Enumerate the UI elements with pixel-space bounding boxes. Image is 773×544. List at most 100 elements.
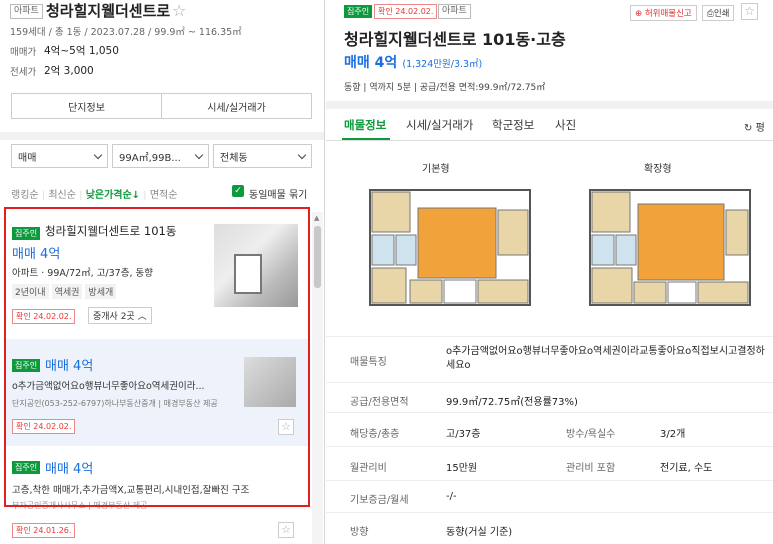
favorite-star-icon[interactable]: ☆ <box>278 419 294 435</box>
sort-low-price[interactable]: 낮은가격순↓ <box>86 190 140 201</box>
listing-photo[interactable] <box>214 224 298 307</box>
floor-plan-basic[interactable] <box>360 180 540 320</box>
complex-info-button[interactable]: 단지정보 <box>11 93 162 119</box>
confirm-badge: 확인 24.02.02. <box>12 309 76 324</box>
rent-value: 2억 3,000 <box>44 65 94 77</box>
report-label: 허위매물신고 <box>644 9 692 19</box>
listing-spec: 아파트 · 99A/72㎡, 고/37층, 동향 <box>12 268 153 279</box>
row-value: 99.9㎡/72.75㎡(전용률73%) <box>446 397 578 408</box>
listing-card[interactable]: 집주인 매매 4억 o추가금액없어요o행뷰너무좋아요o역세권이라... 단지공인… <box>6 339 308 446</box>
row-key: 월관리비 <box>350 463 387 474</box>
price-history-button[interactable]: 시세/실거래가 <box>161 93 312 119</box>
info-row-deposit: 기보증금/월세 -/- <box>326 480 773 512</box>
trade-type-value: 매매 <box>18 152 37 164</box>
favorite-star-icon[interactable]: ☆ <box>278 522 294 538</box>
trade-type-select[interactable]: 매매 <box>11 144 108 168</box>
info-row-features: 매물특징 o추가금액없어요o행뷰너무좋아요o역세권이라교통좋아요o직접보시고결정… <box>326 336 773 382</box>
detail-panel: 집주인 확인 24.02.02. 아파트 ⊕ 허위매물신고 ⎙인쇄 ☆ 청라힐지… <box>326 0 773 544</box>
report-button[interactable]: ⊕ 허위매물신고 <box>630 5 697 21</box>
row-value: 전기료, 수도 <box>660 463 713 474</box>
row-value: -/- <box>446 491 457 502</box>
listing-card[interactable]: 집주인 청라힐지웰더센트로 101동 매매 4억 아파트 · 99A/72㎡, … <box>6 209 308 339</box>
row-value: 3/2개 <box>660 429 686 440</box>
sort-area[interactable]: 면적순 <box>150 190 178 201</box>
print-label: 인쇄 <box>713 9 730 19</box>
agent-name: 부자공인중개사사무소 <box>12 501 86 510</box>
scrollbar-thumb[interactable] <box>314 226 321 288</box>
sort-ranking[interactable]: 랭킹순 <box>11 190 39 201</box>
tab-active-underline <box>342 138 390 140</box>
row-key: 매물특징 <box>350 357 387 368</box>
confirm-badge: 확인 24.02.02. <box>12 419 76 434</box>
checkbox-checked-icon[interactable]: ✓ <box>232 185 244 197</box>
tag: 방세개 <box>85 284 117 299</box>
floor-plan-extended[interactable] <box>580 180 760 320</box>
listing-photo[interactable] <box>244 357 296 407</box>
row-key: 공급/전용면적 <box>350 397 409 408</box>
dong-select[interactable]: 전체동 <box>213 144 312 168</box>
listing-card[interactable]: 집주인 매매 4억 고층,착한 매매가,추가금액X,교통편리,시내인접,잘빠진 … <box>6 446 308 544</box>
plan-label-basic: 기본형 <box>422 164 450 175</box>
confirm-badge: 확인 24.01.26. <box>12 523 76 538</box>
tab-price[interactable]: 시세/실거래가 <box>406 117 473 133</box>
row-key: 기보증금/월세 <box>350 495 409 506</box>
sort-latest[interactable]: 최신순 <box>48 190 76 201</box>
listing-title: 청라힐지웰더센트로 101동·고층 <box>344 30 566 49</box>
complex-name: 청라힐지웰더센트로 <box>46 2 171 20</box>
listing-desc: o추가금액없어요o행뷰너무좋아요o역세권이라... <box>12 381 205 392</box>
chevron-down-icon <box>297 150 307 159</box>
price-per-area: (1,324만원/3.3㎡) <box>402 59 483 70</box>
tab-school[interactable]: 학군정보 <box>492 117 534 133</box>
agents-toggle[interactable]: 중개사 2곳 ︿ <box>88 307 152 324</box>
row-key: 방향 <box>350 527 369 538</box>
type-badge: 아파트 <box>438 4 471 19</box>
owner-badge: 집주인 <box>12 461 41 474</box>
tab-photos[interactable]: 사진 <box>555 117 576 133</box>
area-unit-label: 평 <box>755 123 765 134</box>
dong-value: 전체동 <box>220 152 248 164</box>
listing-desc: 고층,착한 매매가,추가금액X,교통편리,시내인접,잘빠진 구조 <box>12 485 250 496</box>
listing-agent: 부자공인중개사사무소 | 매경부동산 제공 <box>12 501 148 510</box>
tab-bar: 매물정보 시세/실거래가 학군정보 사진 ↻ 평 <box>326 109 773 141</box>
listing-summary: 동향 | 역까지 5분 | 공급/전용 면적:99.9㎡/72.75㎡ <box>344 83 546 93</box>
area-unit-toggle[interactable]: ↻ 평 <box>744 119 765 134</box>
divider <box>0 132 324 140</box>
favorite-star-icon[interactable]: ☆ <box>172 1 186 20</box>
chevron-down-icon <box>194 150 204 159</box>
complex-info: 159세대 / 총 1동 / 2023.07.28 / 99.9㎡ ~ 116.… <box>10 27 242 38</box>
chevron-down-icon <box>93 150 103 159</box>
sort-bar: 랭킹순 | 최신순 | 낮은가격순↓ | 면적순 <box>11 190 178 201</box>
info-row-fee: 월관리비 15만원 관리비 포함 전기료, 수도 <box>326 446 773 480</box>
tab-listing-info[interactable]: 매물정보 <box>344 117 386 133</box>
agent-name: 단지공인(053-252-6797)하나부동산중개 <box>12 399 156 408</box>
sale-label: 매매가 <box>10 47 37 58</box>
row-value: 15만원 <box>446 463 478 474</box>
info-row-floor: 해당층/총층 고/37층 방수/욕실수 3/2개 <box>326 412 773 446</box>
row-value: o추가금액없어요o행뷰너무좋아요o역세권이라교통좋아요o직접보시고결정하세요o <box>446 346 765 371</box>
favorite-star-icon[interactable]: ☆ <box>741 3 758 20</box>
area-select[interactable]: 99A㎡,99B... <box>112 144 209 168</box>
print-button[interactable]: ⎙인쇄 <box>702 5 735 21</box>
tag: 2년이내 <box>12 284 49 299</box>
owner-badge: 집주인 <box>12 227 41 240</box>
owner-badge: 집주인 <box>344 5 373 18</box>
scroll-up-icon[interactable]: ▲ <box>314 214 319 222</box>
provider: 매경부동산 제공 <box>93 501 148 510</box>
rent-label: 전세가 <box>10 67 37 78</box>
sale-value: 4억~5억 1,050 <box>44 45 119 57</box>
info-row-direction: 방향 동향(거실 기준) <box>326 512 773 544</box>
listing-price: 매매 4억 <box>12 247 61 262</box>
left-panel: 아파트 청라힐지웰더센트로 ☆ 159세대 / 총 1동 / 2023.07.2… <box>0 0 325 544</box>
scrollbar-track[interactable]: ▲ <box>312 212 323 544</box>
row-value: 동향(거실 기준) <box>446 527 513 538</box>
provider: 매경부동산 제공 <box>163 399 218 408</box>
row-key: 방수/욕실수 <box>566 429 616 440</box>
agents-count: 중개사 2곳 <box>93 312 135 322</box>
area-value: 99A㎡,99B... <box>119 152 181 164</box>
listing-agent: 단지공인(053-252-6797)하나부동산중개 | 매경부동산 제공 <box>12 399 218 408</box>
row-key: 관리비 포함 <box>566 463 616 474</box>
window-shape <box>234 254 262 294</box>
listing-title: 청라힐지웰더센트로 101동 <box>45 224 177 238</box>
row-value: 고/37층 <box>446 429 481 440</box>
tag: 역세권 <box>51 284 83 299</box>
